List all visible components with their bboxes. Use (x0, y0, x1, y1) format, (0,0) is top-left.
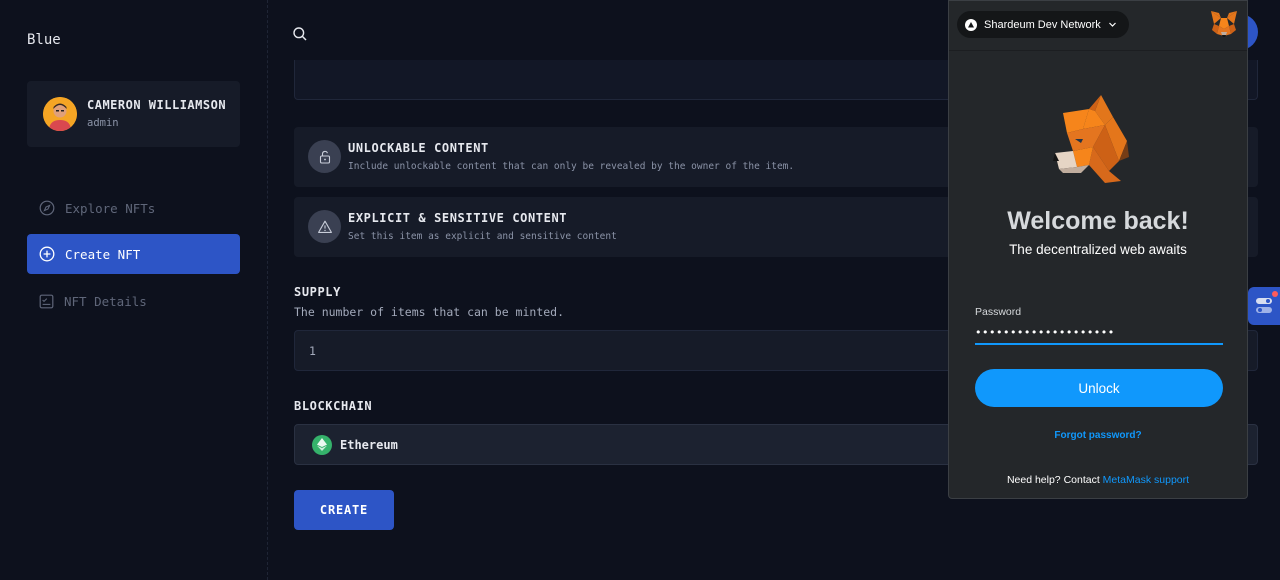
password-label: Password (975, 306, 1022, 318)
sidebar-item-label: Create NFT (65, 246, 141, 262)
toggle-icon (1256, 298, 1272, 313)
notification-dot (1272, 291, 1278, 297)
user-name: CAMERON WILLIAMSON (87, 98, 227, 112)
password-input[interactable] (975, 321, 1223, 345)
sidebar-item-label: Explore NFTs (65, 200, 156, 216)
avatar (43, 97, 77, 131)
sidebar-item-label: NFT Details (64, 293, 147, 309)
metamask-fox-logo (1053, 95, 1129, 188)
chevron-down-icon (1108, 22, 1116, 27)
help-prefix: Need help? Contact (1006, 474, 1103, 486)
network-name: Shardeum Dev Network (984, 18, 1101, 31)
sidebar-item-create-nft[interactable]: Create NFT (27, 234, 240, 274)
settings-toggle-tab[interactable] (1248, 287, 1280, 325)
sidebar-item-explore-nfts[interactable]: Explore NFTs (27, 188, 240, 228)
ethereum-icon (312, 434, 332, 455)
option-description: Set this item as explicit and sensitive … (348, 231, 617, 242)
metamask-popup: Shardeum Dev Network Welcome back! The d… (948, 0, 1248, 499)
metamask-support-link[interactable]: MetaMask support (1103, 474, 1189, 486)
option-description: Include unlockable content that can only… (348, 161, 795, 172)
user-role: admin (87, 117, 119, 129)
avatar-icon (43, 97, 77, 131)
network-selector[interactable]: Shardeum Dev Network (957, 11, 1129, 38)
blockchain-label: BLOCKCHAIN (294, 399, 373, 413)
option-title: UNLOCKABLE CONTENT (348, 141, 489, 155)
brand-name: Blue (27, 32, 61, 48)
forgot-password-link[interactable]: Forgot password? (949, 430, 1247, 441)
search-icon[interactable] (292, 26, 308, 46)
option-title: EXPLICIT & SENSITIVE CONTENT (348, 211, 568, 225)
welcome-title: Welcome back! (1007, 207, 1189, 235)
help-text: Need help? Contact MetaMask support (949, 474, 1247, 486)
compass-icon (39, 200, 55, 216)
blockchain-selected: Ethereum (340, 437, 398, 452)
plus-circle-icon (39, 246, 55, 262)
supply-help: The number of items that can be minted. (294, 305, 565, 319)
sidebar: Blue CAMERON WILLIAMSON admin Explore NF… (0, 0, 268, 580)
welcome-subtitle: The decentralized web awaits (1009, 242, 1187, 257)
checklist-icon (39, 294, 54, 308)
sidebar-item-nft-details[interactable]: NFT Details (27, 281, 240, 321)
metamask-fox-icon[interactable] (1209, 10, 1239, 43)
lock-icon (308, 140, 341, 173)
warning-icon (308, 210, 341, 243)
user-card: CAMERON WILLIAMSON admin (27, 81, 240, 147)
unlock-button[interactable]: Unlock (975, 369, 1223, 407)
network-icon (965, 18, 977, 31)
create-button[interactable]: CREATE (294, 490, 394, 530)
supply-label: SUPPLY (294, 285, 341, 299)
metamask-header: Shardeum Dev Network (949, 1, 1247, 51)
